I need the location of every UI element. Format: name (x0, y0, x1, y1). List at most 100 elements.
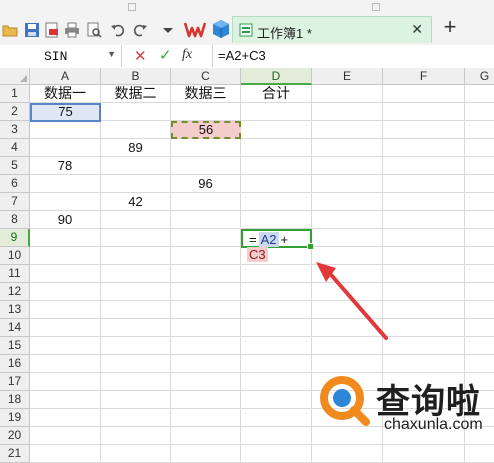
row-header-14[interactable]: 14 (0, 319, 30, 337)
cell-b9[interactable] (101, 229, 171, 247)
row-header-8[interactable]: 8 (0, 211, 30, 229)
cell-c14[interactable] (171, 319, 241, 337)
cell-d8[interactable] (241, 211, 312, 229)
document-tab[interactable]: 工作簿1 * ✕ (232, 16, 432, 43)
cell-e14[interactable] (312, 319, 383, 337)
cell-g12[interactable] (465, 283, 494, 301)
cell-e7[interactable] (312, 193, 383, 211)
cell-d2[interactable] (241, 103, 312, 121)
cell-b20[interactable] (101, 427, 171, 445)
cell-c2[interactable] (171, 103, 241, 121)
row-header-1[interactable]: 1 (0, 85, 30, 103)
cell-a10[interactable] (30, 247, 101, 265)
formula-input[interactable]: =A2+C3 (218, 48, 266, 63)
row-header-21[interactable]: 21 (0, 445, 30, 463)
cell-c13[interactable] (171, 301, 241, 319)
cell-e2[interactable] (312, 103, 383, 121)
cell-b10[interactable] (101, 247, 171, 265)
row-header-10[interactable]: 10 (0, 247, 30, 265)
print-icon[interactable] (64, 22, 80, 38)
cell-g8[interactable] (465, 211, 494, 229)
row-header-12[interactable]: 12 (0, 283, 30, 301)
cell-f12[interactable] (383, 283, 465, 301)
cell-b14[interactable] (101, 319, 171, 337)
cell-g14[interactable] (465, 319, 494, 337)
cell-e16[interactable] (312, 355, 383, 373)
close-tab-icon[interactable]: ✕ (411, 21, 423, 38)
cell-a4[interactable] (30, 139, 101, 157)
cell-d18[interactable] (241, 391, 312, 409)
column-header-g[interactable]: G (465, 68, 494, 85)
cell-c5[interactable] (171, 157, 241, 175)
undo-icon[interactable] (110, 22, 126, 38)
row-header-9[interactable]: 9 (0, 229, 30, 247)
cell-b11[interactable] (101, 265, 171, 283)
cell-b21[interactable] (101, 445, 171, 463)
row-header-11[interactable]: 11 (0, 265, 30, 283)
cell-g7[interactable] (465, 193, 494, 211)
cell-b18[interactable] (101, 391, 171, 409)
cell-e13[interactable] (312, 301, 383, 319)
cell-e3[interactable] (312, 121, 383, 139)
cell-d13[interactable] (241, 301, 312, 319)
cell-d5[interactable] (241, 157, 312, 175)
insert-function-icon[interactable]: fx (182, 47, 192, 63)
cell-c4[interactable] (171, 139, 241, 157)
cell-f7[interactable] (383, 193, 465, 211)
cell-f9[interactable] (383, 229, 465, 247)
print-preview-icon[interactable] (86, 22, 102, 38)
row-header-7[interactable]: 7 (0, 193, 30, 211)
column-header-b[interactable]: B (101, 68, 171, 85)
enter-formula-icon[interactable]: ✓ (159, 46, 172, 64)
cell-e12[interactable] (312, 283, 383, 301)
row-header-18[interactable]: 18 (0, 391, 30, 409)
column-header-c[interactable]: C (171, 68, 241, 85)
cell-e11[interactable] (312, 265, 383, 283)
cell-e1[interactable] (312, 85, 383, 103)
cell-g5[interactable] (465, 157, 494, 175)
name-box[interactable]: SIN ▼ (0, 45, 122, 67)
cell-d12[interactable] (241, 283, 312, 301)
cell-a3[interactable] (30, 121, 101, 139)
cell-g4[interactable] (465, 139, 494, 157)
cell-f6[interactable] (383, 175, 465, 193)
cell-g3[interactable] (465, 121, 494, 139)
cell-b13[interactable] (101, 301, 171, 319)
cell-d15[interactable] (241, 337, 312, 355)
cell-g15[interactable] (465, 337, 494, 355)
cell-b1[interactable]: 数据二 (101, 85, 171, 103)
cell-a13[interactable] (30, 301, 101, 319)
cell-f4[interactable] (383, 139, 465, 157)
cell-d3[interactable] (241, 121, 312, 139)
cell-g1[interactable] (465, 85, 494, 103)
cell-b2[interactable] (101, 103, 171, 121)
cell-b8[interactable] (101, 211, 171, 229)
wps-logo-icon[interactable] (183, 18, 207, 40)
column-header-e[interactable]: E (312, 68, 383, 85)
cell-g6[interactable] (465, 175, 494, 193)
cell-a12[interactable] (30, 283, 101, 301)
cell-g16[interactable] (465, 355, 494, 373)
row-header-2[interactable]: 2 (0, 103, 30, 121)
column-header-d[interactable]: D (241, 68, 312, 85)
cell-g9[interactable] (465, 229, 494, 247)
cell-d20[interactable] (241, 427, 312, 445)
cell-c19[interactable] (171, 409, 241, 427)
cell-a1[interactable]: 数据一 (30, 85, 101, 103)
chevron-down-icon[interactable]: ▼ (107, 49, 116, 59)
cell-a11[interactable] (30, 265, 101, 283)
cell-e15[interactable] (312, 337, 383, 355)
dropdown-icon[interactable] (160, 22, 176, 38)
cell-d11[interactable] (241, 265, 312, 283)
cell-e5[interactable] (312, 157, 383, 175)
cell-f13[interactable] (383, 301, 465, 319)
cell-a19[interactable] (30, 409, 101, 427)
cell-f16[interactable] (383, 355, 465, 373)
cell-c1[interactable]: 数据三 (171, 85, 241, 103)
cell-e10[interactable] (312, 247, 383, 265)
cell-a15[interactable] (30, 337, 101, 355)
cell-e6[interactable] (312, 175, 383, 193)
cell-e9[interactable] (312, 229, 383, 247)
cell-f5[interactable] (383, 157, 465, 175)
cell-c9[interactable] (171, 229, 241, 247)
